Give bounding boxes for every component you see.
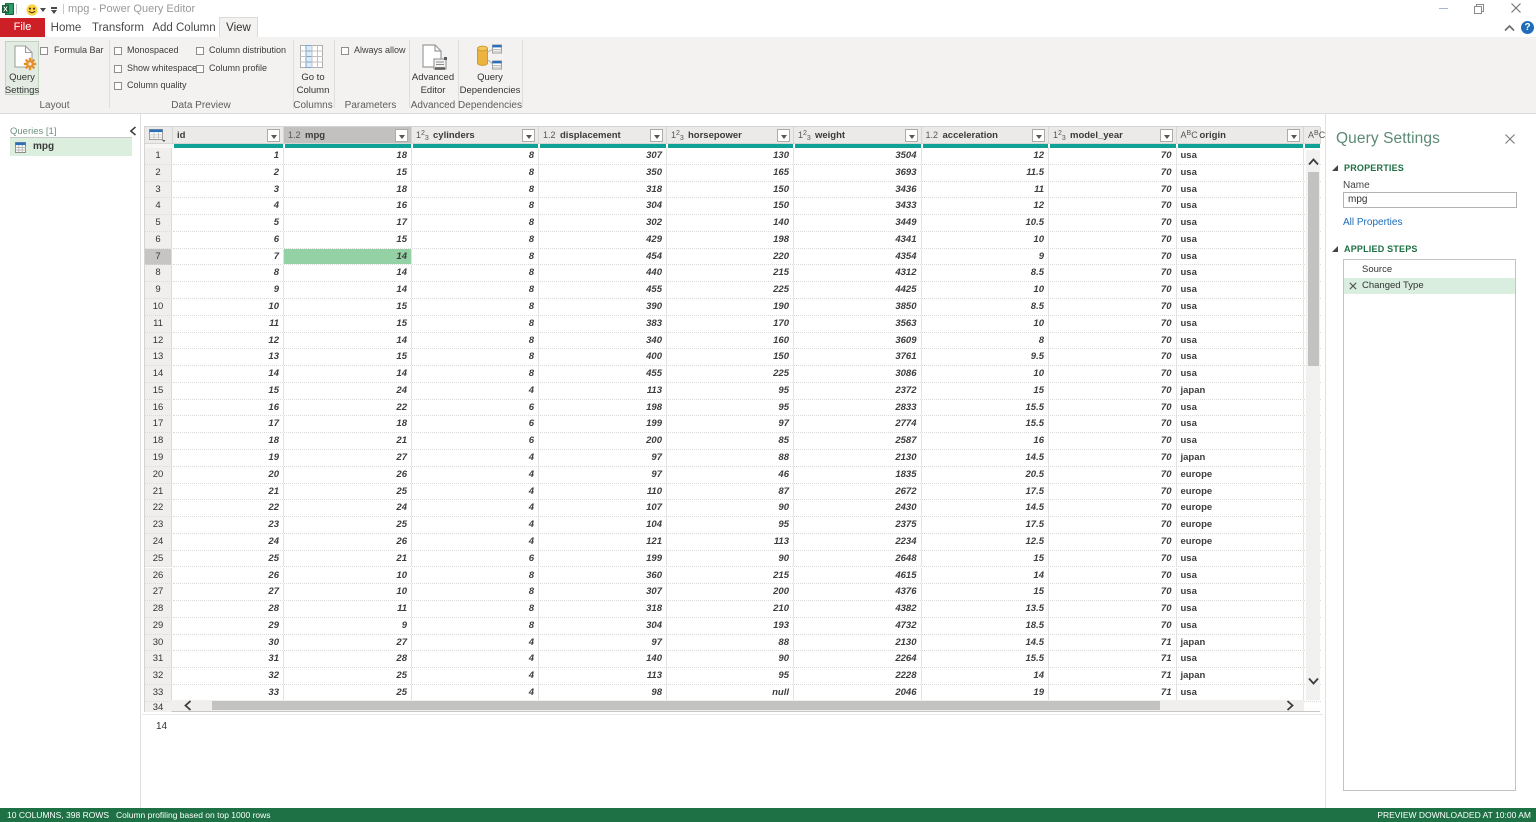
svg-text:X: X xyxy=(3,7,8,14)
